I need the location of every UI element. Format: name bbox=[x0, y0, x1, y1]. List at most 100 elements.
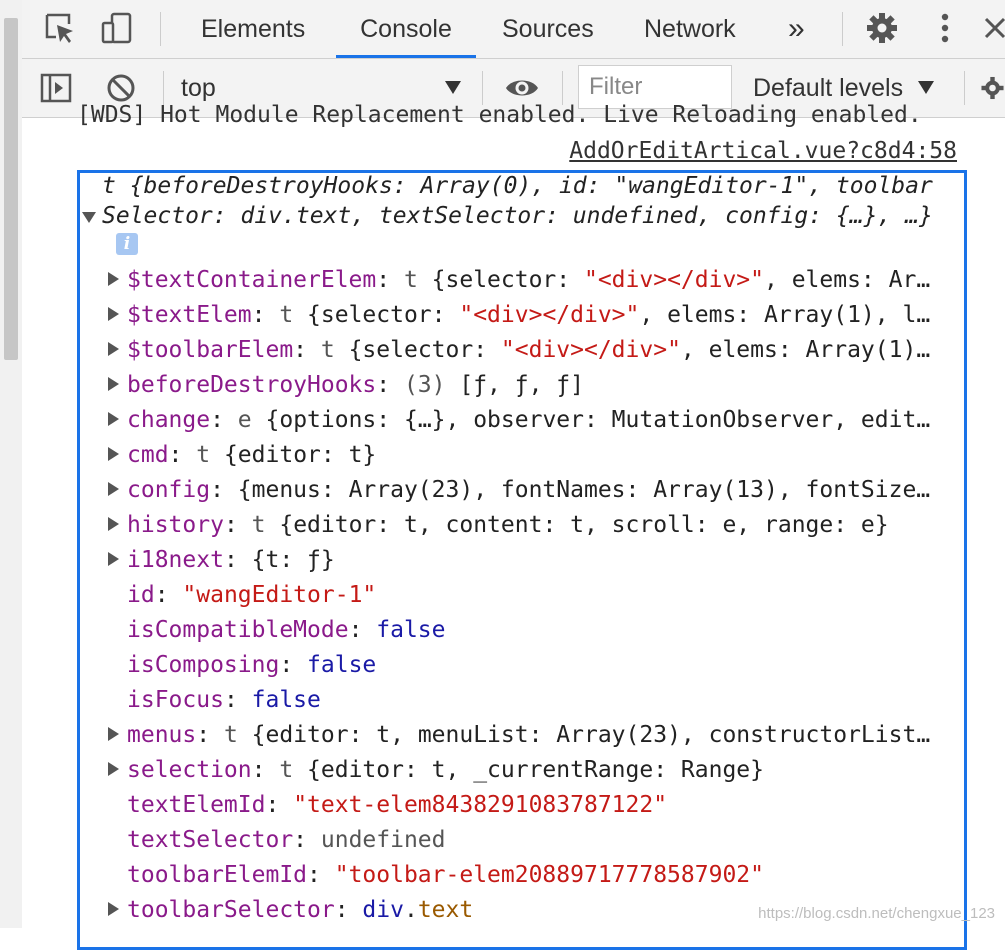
property-key: id bbox=[127, 582, 155, 608]
more-tabs-button[interactable]: » bbox=[788, 0, 805, 58]
expand-triangle-icon[interactable] bbox=[108, 447, 119, 461]
property-value: {editor: t} bbox=[210, 442, 377, 468]
property-key: selection bbox=[127, 757, 252, 783]
separator bbox=[964, 71, 965, 105]
property-type: t bbox=[223, 722, 238, 748]
expand-triangle-icon[interactable] bbox=[108, 902, 119, 916]
eye-icon[interactable] bbox=[504, 70, 540, 106]
console-settings-icon[interactable] bbox=[980, 70, 1005, 106]
expand-triangle-icon[interactable] bbox=[108, 412, 119, 426]
property-value: {t: ƒ} bbox=[251, 547, 335, 573]
tab-elements[interactable]: Elements bbox=[201, 0, 305, 58]
property-key: textElemId bbox=[127, 792, 266, 818]
expand-triangle-icon[interactable] bbox=[108, 727, 119, 741]
property-string: "<div></div>" bbox=[459, 302, 640, 328]
tab-console[interactable]: Console bbox=[336, 0, 476, 58]
watermark: https://blog.csdn.net/chengxue_123 bbox=[758, 905, 995, 922]
property-key: beforeDestroyHooks bbox=[127, 372, 377, 398]
property-value: [ƒ, ƒ, ƒ] bbox=[445, 372, 584, 398]
property-row: textSelector: undefined bbox=[127, 823, 446, 857]
expand-triangle-icon[interactable] bbox=[108, 307, 119, 321]
property-row: textElemId: "text-elem8438291083787122" bbox=[127, 788, 667, 822]
property-row[interactable]: beforeDestroyHooks: (3) [ƒ, ƒ, ƒ] bbox=[108, 368, 584, 402]
property-type: t bbox=[196, 442, 211, 468]
property-row[interactable]: history: t {editor: t, content: t, scrol… bbox=[108, 508, 889, 542]
gear-icon[interactable] bbox=[864, 10, 900, 46]
property-value: undefined bbox=[320, 827, 446, 853]
property-string: "wangEditor-1" bbox=[182, 582, 377, 608]
property-row[interactable]: $textElem: t {selector: "<div></div>", e… bbox=[108, 298, 930, 332]
property-value: {selector: bbox=[417, 267, 584, 293]
logged-object: t {beforeDestroyHooks: Array(0), id: "wa… bbox=[77, 170, 967, 950]
devtools-tab-bar: Elements Console Sources Network » bbox=[22, 0, 1005, 59]
property-key: isComposing bbox=[127, 652, 280, 678]
property-key: $textContainerElem bbox=[127, 267, 377, 293]
inspect-element-icon[interactable] bbox=[42, 10, 78, 46]
property-type: e bbox=[237, 407, 252, 433]
property-row[interactable]: i18next: {t: ƒ} bbox=[108, 543, 335, 577]
tab-sources[interactable]: Sources bbox=[502, 0, 594, 58]
sidebar-toggle-icon[interactable] bbox=[38, 70, 74, 106]
expand-triangle-icon[interactable] bbox=[108, 552, 119, 566]
property-key: menus bbox=[127, 722, 197, 748]
levels-dropdown-icon[interactable] bbox=[918, 81, 934, 94]
property-key: config bbox=[127, 477, 211, 503]
property-row[interactable]: $textContainerElem: t {selector: "<div><… bbox=[108, 263, 930, 297]
colon: : bbox=[251, 302, 280, 328]
clear-console-icon[interactable] bbox=[103, 70, 139, 106]
property-row[interactable]: $toolbarElem: t {selector: "<div></div>"… bbox=[108, 333, 930, 367]
colon: : bbox=[279, 652, 308, 678]
colon: : bbox=[154, 582, 183, 608]
colon: : bbox=[223, 547, 252, 573]
property-type: t bbox=[403, 267, 418, 293]
window-scrollbar-thumb[interactable] bbox=[4, 18, 18, 360]
property-row: toolbarElemId: "toolbar-elem208897177785… bbox=[127, 858, 764, 892]
property-key: toolbarSelector bbox=[127, 897, 335, 923]
separator bbox=[842, 12, 843, 46]
property-row[interactable]: menus: t {editor: t, menuList: Array(23)… bbox=[108, 718, 930, 752]
property-rest: , elems: Array(1)… bbox=[680, 337, 931, 363]
property-string: "text-elem8438291083787122" bbox=[293, 792, 668, 818]
property-value: false bbox=[251, 687, 321, 713]
property-key: cmd bbox=[127, 442, 169, 468]
context-dropdown-icon[interactable] bbox=[445, 81, 461, 94]
property-row[interactable]: toolbarSelector: div.text bbox=[108, 893, 473, 927]
property-key: $textElem bbox=[127, 302, 252, 328]
property-type: (3) bbox=[403, 372, 446, 398]
expand-triangle-icon[interactable] bbox=[108, 762, 119, 776]
property-row[interactable]: selection: t {editor: t, _currentRange: … bbox=[108, 753, 764, 787]
object-summary-line-2[interactable]: Selector: div.text, textSelector: undefi… bbox=[102, 203, 933, 229]
property-row[interactable]: cmd: t {editor: t} bbox=[108, 438, 376, 472]
colon: : bbox=[223, 687, 252, 713]
separator bbox=[482, 71, 483, 105]
colon: : bbox=[376, 267, 404, 293]
property-row[interactable]: config: {menus: Array(23), fontNames: Ar… bbox=[108, 473, 930, 507]
property-row: id: "wangEditor-1" bbox=[127, 578, 376, 612]
window-scrollbar[interactable] bbox=[0, 0, 23, 928]
console-message: [WDS] Hot Module Replacement enabled. Li… bbox=[77, 102, 922, 128]
close-icon[interactable] bbox=[977, 10, 1005, 46]
expand-triangle-icon[interactable] bbox=[108, 377, 119, 391]
kebab-menu-icon[interactable] bbox=[927, 10, 963, 46]
source-link[interactable]: AddOrEditArtical.vue?c8d4:58 bbox=[569, 138, 957, 164]
property-row[interactable]: change: e {options: {…}, observer: Mutat… bbox=[108, 403, 930, 437]
property-type: t bbox=[251, 512, 266, 538]
tab-network[interactable]: Network bbox=[644, 0, 736, 58]
expand-triangle-icon[interactable] bbox=[108, 482, 119, 496]
property-value: {options: {…}, observer: MutationObserve… bbox=[251, 407, 931, 433]
device-toolbar-icon[interactable] bbox=[99, 10, 135, 46]
console-output: [WDS] Hot Module Replacement enabled. Li… bbox=[22, 102, 1005, 950]
info-icon[interactable]: i bbox=[116, 233, 138, 255]
object-summary-line-1[interactable]: t {beforeDestroyHooks: Array(0), id: "wa… bbox=[102, 173, 933, 199]
property-value: {editor: t, menuList: Array(23), constru… bbox=[237, 722, 931, 748]
colon: : bbox=[223, 512, 252, 538]
colon: : bbox=[376, 372, 404, 398]
expand-triangle-icon[interactable] bbox=[108, 272, 119, 286]
property-value: text bbox=[417, 897, 474, 923]
expand-triangle-icon[interactable] bbox=[108, 517, 119, 531]
expand-triangle-icon[interactable] bbox=[108, 342, 119, 356]
property-key: change bbox=[127, 407, 211, 433]
separator bbox=[562, 71, 563, 105]
collapse-triangle-icon[interactable] bbox=[82, 212, 96, 223]
property-key: $toolbarElem bbox=[127, 337, 294, 363]
